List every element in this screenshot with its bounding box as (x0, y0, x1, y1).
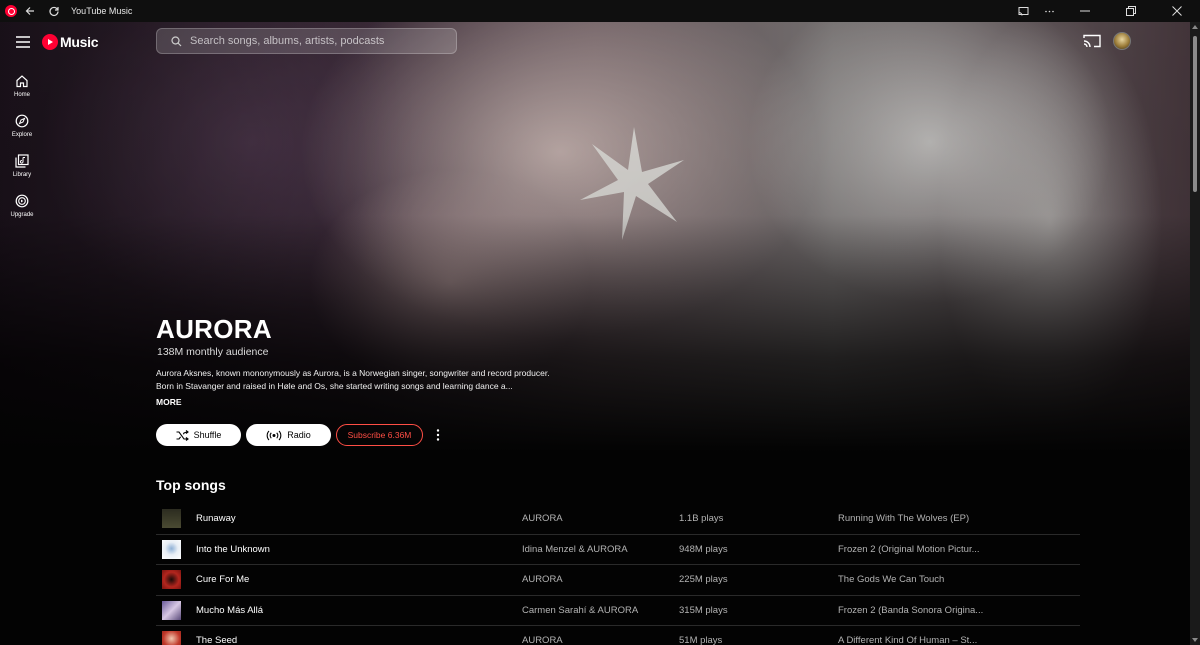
search-icon (169, 34, 183, 48)
top-songs-title: Top songs (156, 477, 226, 493)
sidebar-item-upgrade[interactable]: Upgrade (0, 190, 44, 230)
avatar[interactable] (1113, 32, 1131, 50)
radio-label: Radio (287, 430, 311, 440)
more-options-icon[interactable] (1036, 0, 1062, 22)
youtube-music-logo[interactable]: Music (42, 32, 98, 52)
scroll-up-icon[interactable] (1192, 25, 1198, 29)
more-vert-icon[interactable] (431, 424, 445, 446)
minimize-button[interactable] (1062, 0, 1108, 22)
song-thumbnail[interactable] (162, 631, 181, 645)
song-album[interactable]: Frozen 2 (Banda Sonora Origina... (838, 605, 998, 616)
table-row[interactable]: The Seed AURORA 51M plays A Different Ki… (156, 626, 1080, 645)
shuffle-button[interactable]: Shuffle (156, 424, 241, 446)
sidebar-item-library[interactable]: Library (0, 150, 44, 190)
song-plays: 1.1B plays (679, 513, 724, 525)
song-title[interactable]: Into the Unknown (196, 544, 270, 555)
song-thumbnail[interactable] (162, 509, 181, 529)
home-icon (14, 73, 30, 89)
sidebar-item-explore[interactable]: Explore (0, 110, 44, 150)
sidebar-item-label: Library (12, 172, 32, 178)
scroll-down-icon[interactable] (1192, 638, 1198, 642)
sidebar: Home Explore Library Upgrade (0, 70, 44, 230)
cast-window-icon[interactable] (1010, 0, 1036, 22)
song-plays: 51M plays (679, 635, 723, 645)
close-button[interactable] (1154, 0, 1200, 22)
logo-text: Music (60, 34, 99, 50)
back-arrow-icon[interactable] (19, 0, 41, 22)
shuffle-label: Shuffle (193, 430, 222, 440)
play-logo-icon (42, 34, 58, 50)
library-icon (14, 153, 30, 169)
song-album[interactable]: A Different Kind Of Human – St... (838, 635, 998, 645)
shuffle-icon (176, 429, 189, 441)
song-title[interactable]: Mucho Más Allá (196, 605, 263, 616)
song-artist[interactable]: Carmen Sarahí & AURORA (522, 605, 638, 616)
table-row[interactable]: Mucho Más Allá Carmen Sarahí & AURORA 31… (156, 596, 1080, 626)
restore-button[interactable] (1108, 0, 1154, 22)
song-artist[interactable]: AURORA (522, 513, 563, 524)
subscribe-button[interactable]: Subscribe 6.36M (336, 424, 423, 446)
sidebar-item-home[interactable]: Home (0, 70, 44, 110)
song-album[interactable]: The Gods We Can Touch (838, 574, 998, 585)
search-input[interactable] (190, 35, 440, 47)
song-plays: 315M plays (679, 604, 728, 616)
cast-icon[interactable] (1082, 32, 1102, 50)
radio-button[interactable]: Radio (246, 424, 331, 446)
radio-icon (266, 430, 282, 441)
song-album[interactable]: Running With The Wolves (EP) (838, 513, 998, 524)
title-bar: YouTube Music (0, 0, 1200, 22)
song-artist[interactable]: AURORA (522, 635, 563, 645)
table-row[interactable]: Runaway AURORA 1.1B plays Running With T… (156, 504, 1080, 535)
artist-actions: Shuffle Radio Subscribe 6.36M (156, 424, 445, 446)
song-title[interactable]: Runaway (196, 513, 236, 524)
sidebar-item-label: Home (13, 92, 30, 98)
song-artist[interactable]: AURORA (522, 574, 563, 585)
artist-bio: Aurora Aksnes, known mononymously as Aur… (156, 368, 550, 391)
song-title[interactable]: Cure For Me (196, 574, 249, 585)
more-link[interactable]: MORE (156, 397, 182, 407)
table-row[interactable]: Cure For Me AURORA 225M plays The Gods W… (156, 565, 1080, 596)
scrollbar-thumb[interactable] (1193, 36, 1197, 192)
youtube-music-app-icon (5, 5, 17, 17)
song-thumbnail[interactable] (162, 539, 181, 559)
scrollbar[interactable] (1190, 22, 1200, 645)
reload-icon[interactable] (43, 0, 65, 22)
sidebar-item-label: Explore (11, 132, 33, 138)
song-thumbnail[interactable] (162, 570, 181, 590)
song-plays: 225M plays (679, 574, 728, 586)
song-title[interactable]: The Seed (196, 635, 237, 645)
song-artist[interactable]: Idina Menzel & AURORA (522, 544, 628, 555)
song-thumbnail[interactable] (162, 600, 181, 620)
search-bar[interactable] (156, 28, 457, 54)
window-title: YouTube Music (71, 6, 133, 16)
compass-icon (14, 113, 30, 129)
table-row[interactable]: Into the Unknown Idina Menzel & AURORA 9… (156, 535, 1080, 565)
song-plays: 948M plays (679, 543, 728, 555)
artist-name: AURORA (156, 314, 272, 344)
monthly-audience: 138M monthly audience (157, 346, 269, 358)
top-songs-list: Runaway AURORA 1.1B plays Running With T… (156, 504, 1080, 645)
upgrade-icon (14, 193, 30, 209)
sidebar-item-label: Upgrade (10, 212, 34, 218)
song-album[interactable]: Frozen 2 (Original Motion Pictur... (838, 544, 998, 555)
hamburger-menu-icon[interactable] (12, 32, 34, 52)
